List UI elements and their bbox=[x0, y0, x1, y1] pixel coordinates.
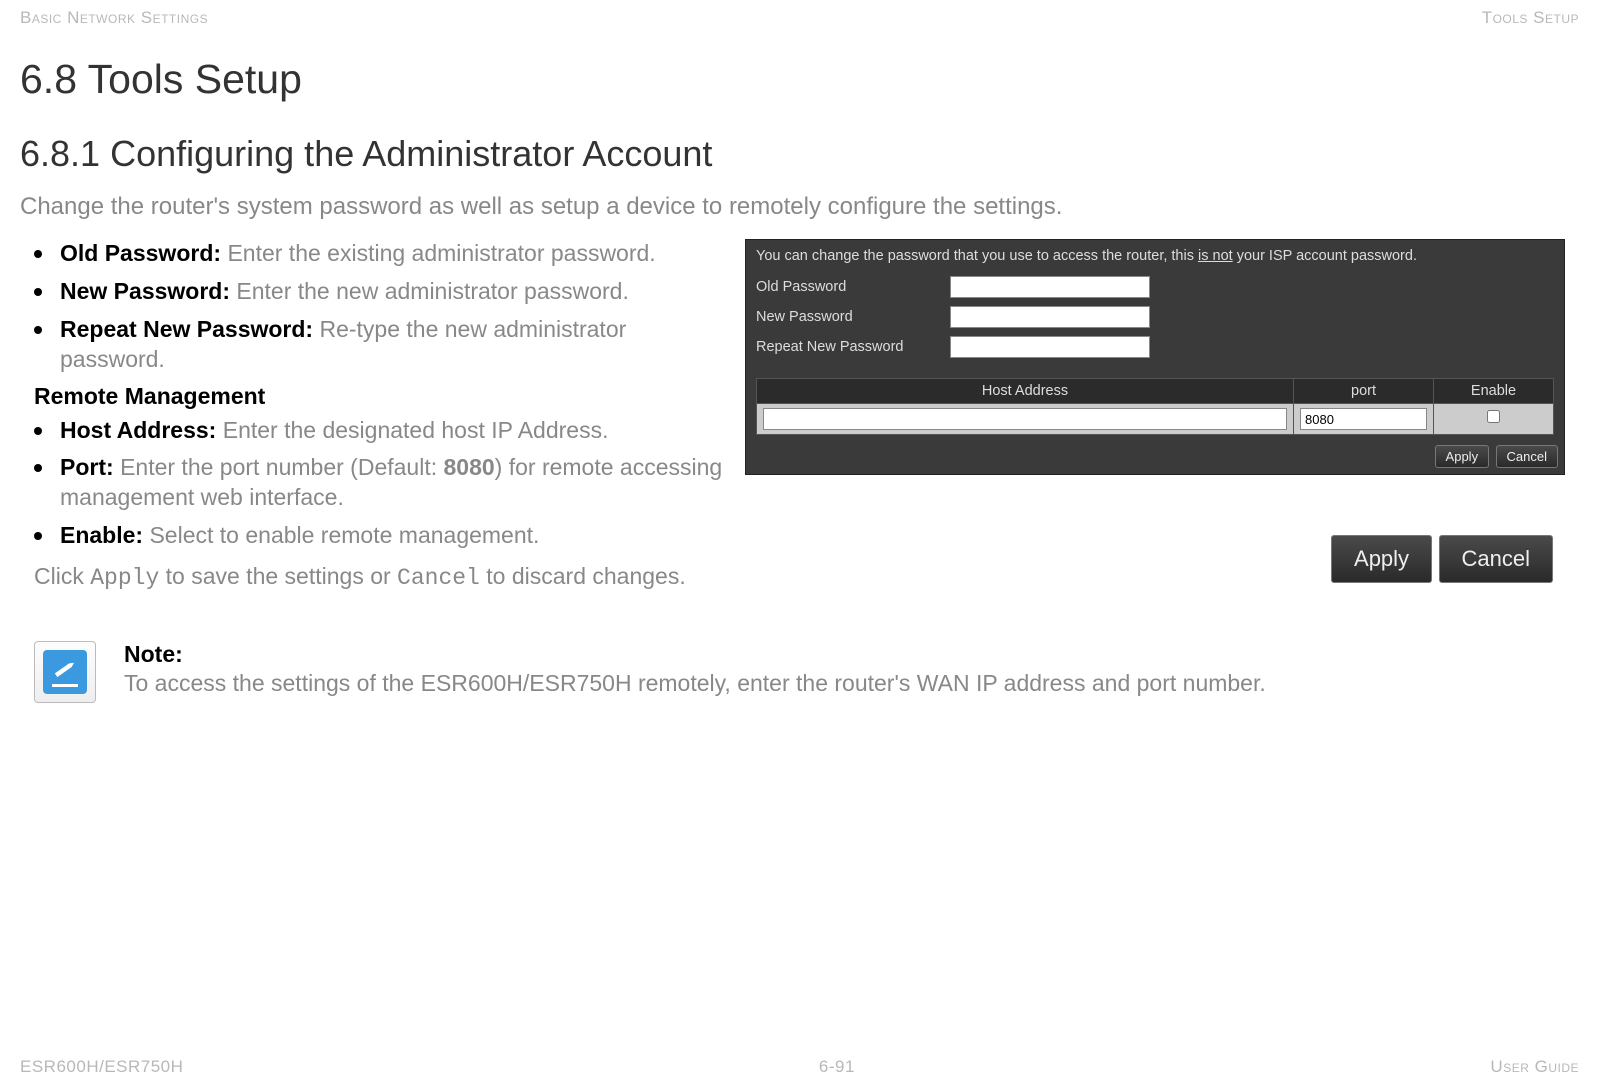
bullet-desc: Enter the existing administrator passwor… bbox=[227, 240, 655, 266]
bullet-enable: Enable: Select to enable remote manageme… bbox=[34, 521, 725, 551]
bullet-label: Repeat New Password: bbox=[60, 316, 319, 342]
bullet-repeat-password: Repeat New Password: Re-type the new adm… bbox=[34, 315, 725, 375]
note-icon bbox=[34, 641, 96, 703]
new-password-label: New Password bbox=[756, 309, 936, 325]
bullet-desc: Enter the designated host IP Address. bbox=[223, 417, 609, 443]
bullet-host-address: Host Address: Enter the designated host … bbox=[34, 416, 725, 446]
table-row bbox=[757, 404, 1554, 435]
header-right: Tools Setup bbox=[1482, 8, 1579, 28]
new-password-input[interactable] bbox=[950, 306, 1150, 328]
host-address-input[interactable] bbox=[763, 408, 1287, 430]
note-box: Note: To access the settings of the ESR6… bbox=[34, 641, 1579, 703]
th-host: Host Address bbox=[757, 379, 1294, 404]
note-title: Note: bbox=[124, 641, 1266, 668]
repeat-password-input[interactable] bbox=[950, 336, 1150, 358]
enable-checkbox[interactable] bbox=[1487, 410, 1500, 423]
note-body: To access the settings of the ESR600H/ES… bbox=[124, 670, 1266, 697]
cancel-code: Cancel bbox=[397, 565, 480, 591]
panel-top-note: You can change the password that you use… bbox=[746, 240, 1564, 274]
click-note: Click Apply to save the settings or Canc… bbox=[34, 563, 725, 591]
port-input[interactable] bbox=[1300, 408, 1427, 430]
router-admin-panel: You can change the password that you use… bbox=[745, 239, 1565, 475]
apply-button-small[interactable]: Apply bbox=[1435, 445, 1490, 468]
bullet-label: New Password: bbox=[60, 278, 236, 304]
remote-management-table: Host Address port Enable bbox=[756, 378, 1554, 435]
bullet-desc: Enter the port number (Default: bbox=[120, 454, 443, 480]
repeat-password-label: Repeat New Password bbox=[756, 339, 936, 355]
bullet-port: Port: Enter the port number (Default: 80… bbox=[34, 453, 725, 513]
bullet-old-password: Old Password: Enter the existing adminis… bbox=[34, 239, 725, 269]
cancel-button-small[interactable]: Cancel bbox=[1496, 445, 1558, 468]
footer-right: User Guide bbox=[1490, 1057, 1579, 1077]
bullet-label: Host Address: bbox=[60, 417, 223, 443]
apply-code: Apply bbox=[90, 565, 159, 591]
page-title-h1: 6.8 Tools Setup bbox=[20, 56, 1579, 103]
apply-button[interactable]: Apply bbox=[1331, 535, 1432, 583]
bullet-desc: Enter the new administrator password. bbox=[236, 278, 628, 304]
remote-management-header: Remote Management bbox=[34, 383, 725, 410]
bullet-label: Old Password: bbox=[60, 240, 227, 266]
pencil-icon bbox=[50, 653, 81, 684]
header-left: Basic Network Settings bbox=[20, 8, 208, 28]
bullet-new-password: New Password: Enter the new administrato… bbox=[34, 277, 725, 307]
bullet-label: Enable: bbox=[60, 522, 149, 548]
cancel-button[interactable]: Cancel bbox=[1439, 535, 1553, 583]
page-title-h2: 6.8.1 Configuring the Administrator Acco… bbox=[20, 133, 1579, 175]
bullet-desc: Select to enable remote management. bbox=[149, 522, 539, 548]
old-password-input[interactable] bbox=[950, 276, 1150, 298]
footer-center: 6-91 bbox=[819, 1057, 855, 1077]
th-port: port bbox=[1294, 379, 1434, 404]
bullet-label: Port: bbox=[60, 454, 120, 480]
intro-text: Change the router's system password as w… bbox=[20, 193, 1579, 221]
footer-left: ESR600H/ESR750H bbox=[20, 1057, 183, 1077]
old-password-label: Old Password bbox=[756, 279, 936, 295]
th-enable: Enable bbox=[1434, 379, 1554, 404]
bullet-port-default: 8080 bbox=[444, 454, 495, 480]
